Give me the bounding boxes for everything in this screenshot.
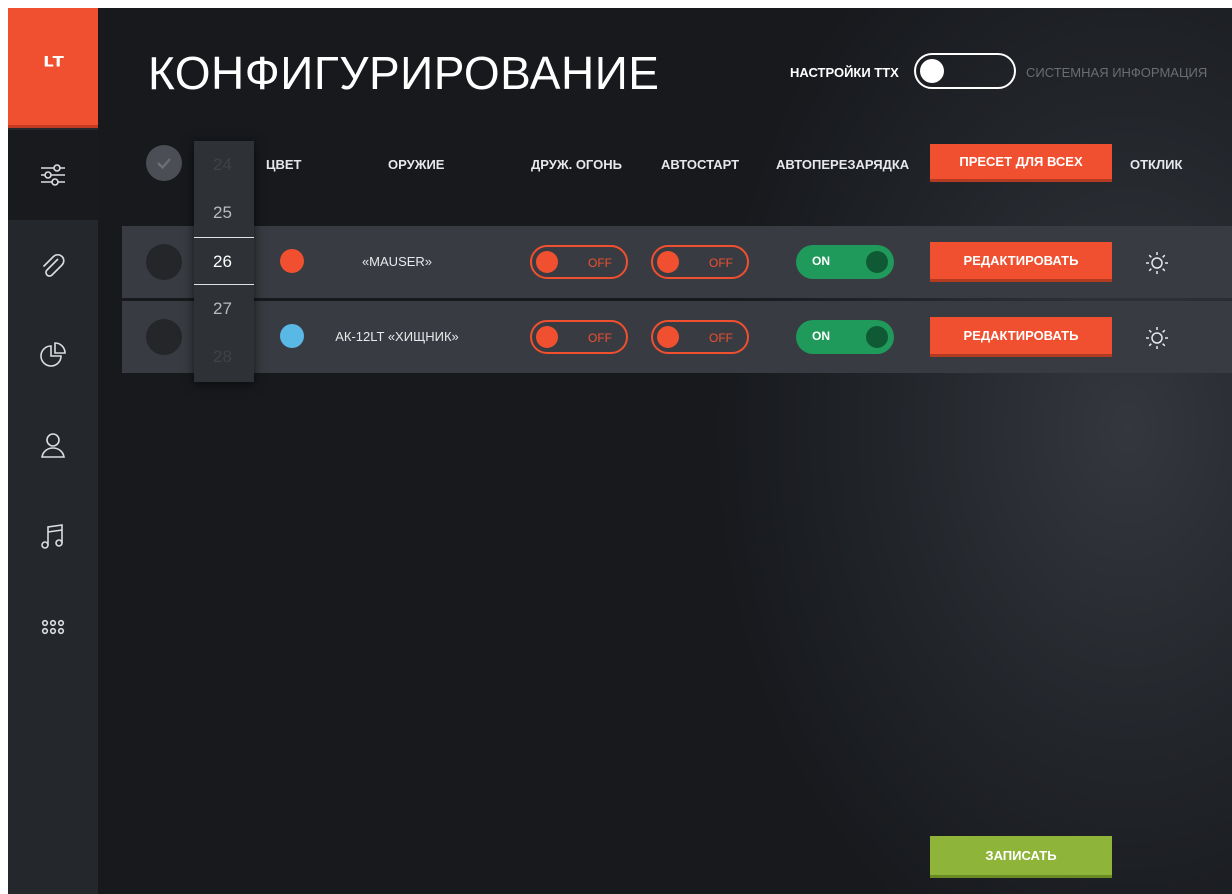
picker-option-selected[interactable]: 26 xyxy=(194,237,254,285)
pie-chart-icon xyxy=(40,342,66,367)
sidebar-item-attachments[interactable] xyxy=(8,222,98,312)
select-all-checkbox[interactable] xyxy=(146,145,182,181)
sidebar-item-music[interactable] xyxy=(8,492,98,582)
toggle-knob xyxy=(866,251,888,273)
sun-icon[interactable] xyxy=(1144,325,1170,351)
autoreload-toggle[interactable]: ON xyxy=(796,320,894,354)
edit-button[interactable]: РЕДАКТИРОВАТЬ xyxy=(930,242,1112,282)
column-header-response: ОТКЛИК xyxy=(1130,157,1183,172)
sidebar-item-statistics[interactable] xyxy=(8,310,98,400)
column-header-autostart: АВТОСТАРТ xyxy=(661,157,740,172)
color-dot[interactable] xyxy=(280,324,304,348)
column-header-friendly-fire: ДРУЖ. ОГОНЬ xyxy=(531,157,622,172)
weapon-name: «MAUSER» xyxy=(361,254,433,269)
user-icon xyxy=(41,433,65,458)
check-icon xyxy=(157,158,171,170)
picker-option[interactable]: 28 xyxy=(194,333,254,381)
toggle-state: ON xyxy=(812,254,830,268)
table-row: АК-12LT «ХИЩНИК» OFF OFF ON РЕДАКТИРОВАТ… xyxy=(122,301,1232,373)
column-header-color: ЦВЕТ xyxy=(266,157,302,172)
friendly-fire-toggle[interactable]: OFF xyxy=(530,320,628,354)
toggle-knob xyxy=(536,326,558,348)
logo-text: ᴸᵀ xyxy=(43,51,64,82)
weapon-name: АК-12LT «ХИЩНИК» xyxy=(335,329,459,344)
sliders-icon xyxy=(41,164,65,186)
row-checkbox[interactable] xyxy=(146,244,182,280)
autostart-toggle[interactable]: OFF xyxy=(651,245,749,279)
app-window: ᴸᵀ КОНФИГУРИРОВАНИЕ НАСТРОЙКИ ТТХ СИСТЕМ… xyxy=(8,8,1232,894)
ttx-settings-label[interactable]: НАСТРОЙКИ ТТХ xyxy=(790,65,899,80)
row-checkbox[interactable] xyxy=(146,319,182,355)
toggle-knob xyxy=(536,251,558,273)
music-note-icon xyxy=(41,524,63,549)
toggle-knob xyxy=(866,326,888,348)
table-row: «MAUSER» OFF OFF ON РЕДАКТИРОВАТЬ xyxy=(122,226,1232,298)
system-info-label[interactable]: СИСТЕМНАЯ ИНФОРМАЦИЯ xyxy=(1026,65,1207,80)
color-dot[interactable] xyxy=(280,249,304,273)
sidebar-item-profile[interactable] xyxy=(8,400,98,490)
number-picker[interactable]: 24 25 26 27 28 xyxy=(194,141,254,382)
app-logo[interactable]: ᴸᵀ xyxy=(8,8,98,128)
paperclip-icon xyxy=(42,254,65,277)
toggle-state: ON xyxy=(812,329,830,343)
sidebar: ᴸᵀ xyxy=(8,8,98,894)
toggle-state: OFF xyxy=(588,256,612,270)
friendly-fire-toggle[interactable]: OFF xyxy=(530,245,628,279)
sun-icon[interactable] xyxy=(1144,250,1170,276)
column-header-weapon: ОРУЖИЕ xyxy=(388,157,445,172)
toggle-knob xyxy=(920,59,944,83)
picker-option[interactable]: 24 xyxy=(194,141,254,189)
column-header-autoreload: АВТОПЕРЕЗАРЯДКА xyxy=(776,157,910,172)
page-title: КОНФИГУРИРОВАНИЕ xyxy=(148,47,660,99)
sidebar-item-settings[interactable] xyxy=(8,130,98,220)
picker-option[interactable]: 25 xyxy=(194,189,254,237)
autostart-toggle[interactable]: OFF xyxy=(651,320,749,354)
grid-dots-icon xyxy=(41,619,65,635)
toggle-knob xyxy=(657,251,679,273)
toggle-state: OFF xyxy=(709,256,733,270)
toggle-state: OFF xyxy=(709,331,733,345)
sidebar-item-more[interactable] xyxy=(8,582,98,672)
save-button[interactable]: ЗАПИСАТЬ xyxy=(930,836,1112,878)
toggle-state: OFF xyxy=(588,331,612,345)
toggle-knob xyxy=(657,326,679,348)
edit-button[interactable]: РЕДАКТИРОВАТЬ xyxy=(930,317,1112,357)
autoreload-toggle[interactable]: ON xyxy=(796,245,894,279)
picker-option[interactable]: 27 xyxy=(194,285,254,333)
preset-for-all-button[interactable]: ПРЕСЕТ ДЛЯ ВСЕХ xyxy=(930,144,1112,182)
mode-toggle[interactable] xyxy=(914,53,1016,89)
